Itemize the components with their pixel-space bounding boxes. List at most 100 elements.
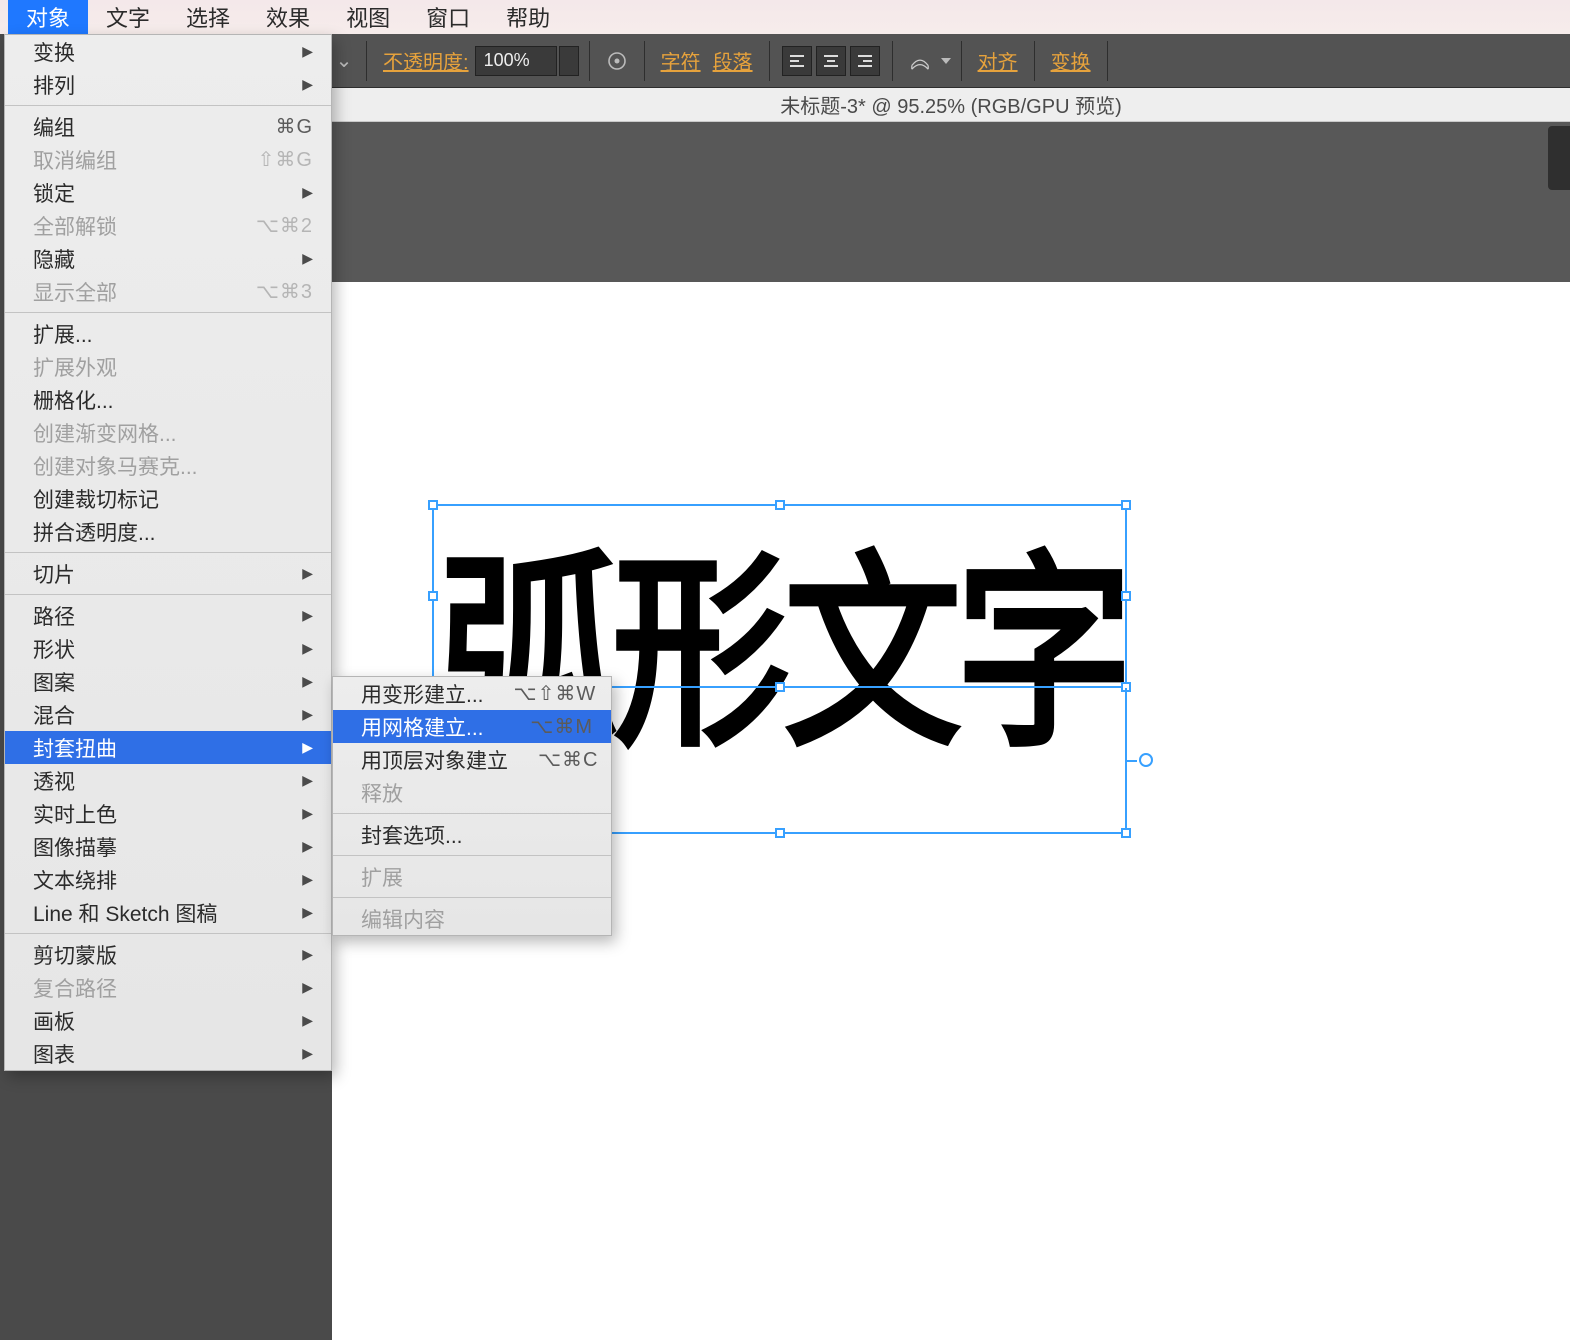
menu-item-label: 隐藏 (33, 244, 75, 274)
menu-separator (333, 855, 611, 856)
align-center-icon[interactable] (816, 46, 846, 76)
resize-handle[interactable] (1121, 828, 1131, 838)
object-menu-item[interactable]: 编组⌘G (5, 110, 331, 143)
object-menu-item[interactable]: 剪切蒙版▶ (5, 938, 331, 971)
object-menu-item[interactable]: 变换▶ (5, 35, 331, 68)
submenu-arrow-icon: ▶ (302, 805, 313, 822)
object-menu-item[interactable]: 文本绕排▶ (5, 863, 331, 896)
object-menu-item[interactable]: 拼合透明度... (5, 515, 331, 548)
object-menu-item[interactable]: 形状 ▶ (5, 632, 331, 665)
resize-handle[interactable] (1121, 500, 1131, 510)
menubar-item-help[interactable]: 帮助 (488, 0, 568, 38)
object-menu-item[interactable]: 栅格化... (5, 383, 331, 416)
opacity-stepper[interactable] (559, 46, 579, 76)
separator (589, 41, 590, 81)
menubar-item-object[interactable]: 对象 (8, 0, 88, 38)
menu-separator (5, 594, 331, 595)
submenu-arrow-icon: ▶ (302, 640, 313, 657)
menu-item-label: 用网格建立... (361, 712, 484, 742)
menubar-item-effect[interactable]: 效果 (248, 0, 328, 38)
menu-item-label: 文本绕排 (33, 865, 117, 895)
menu-item-label: Line 和 Sketch 图稿 (33, 898, 217, 928)
resize-handle[interactable] (1121, 591, 1131, 601)
menubar-item-view[interactable]: 视图 (328, 0, 408, 38)
submenu-arrow-icon: ▶ (302, 184, 313, 201)
recolor-icon[interactable] (602, 46, 632, 76)
object-menu-item[interactable]: 切片▶ (5, 557, 331, 590)
align-right-icon[interactable] (850, 46, 880, 76)
object-menu-item[interactable]: 实时上色 ▶ (5, 797, 331, 830)
resize-handle[interactable] (775, 500, 785, 510)
menu-item-label: 取消编组 (33, 145, 117, 175)
object-menu-item[interactable]: 扩展... (5, 317, 331, 350)
object-menu-item: 全部解锁 ⌥⌘2 (5, 209, 331, 242)
submenu-arrow-icon: ▶ (302, 1012, 313, 1029)
envelope-submenu-item[interactable]: 封套选项... (333, 818, 611, 851)
menu-separator (333, 897, 611, 898)
object-menu-item[interactable]: 混合 ▶ (5, 698, 331, 731)
menu-item-label: 画板 (33, 1006, 75, 1036)
align-left-icon[interactable] (782, 46, 812, 76)
menubar-item-select[interactable]: 选择 (168, 0, 248, 38)
opacity-field[interactable]: 100% (475, 46, 557, 76)
object-menu-item[interactable]: 画板 ▶ (5, 1004, 331, 1037)
transform-panel-link[interactable]: 变换 (1051, 46, 1091, 75)
menu-item-label: 路径 (33, 601, 75, 631)
envelope-submenu-item[interactable]: 用变形建立...⌥⇧⌘W (333, 677, 611, 710)
menu-item-label: 编辑内容 (361, 904, 445, 934)
object-menu-item: 创建渐变网格... (5, 416, 331, 449)
resize-handle[interactable] (775, 828, 785, 838)
object-menu-item[interactable]: 图像描摹▶ (5, 830, 331, 863)
envelope-submenu-item[interactable]: 用顶层对象建立⌥⌘C (333, 743, 611, 776)
paragraph-panel-link[interactable]: 段落 (713, 46, 753, 75)
selection-bounds (432, 504, 1127, 688)
object-menu-item[interactable]: 透视▶ (5, 764, 331, 797)
object-menu-item[interactable]: 排列▶ (5, 68, 331, 101)
object-menu-item: 复合路径▶ (5, 971, 331, 1004)
menu-shortcut: ⌥⌘M (530, 714, 593, 739)
object-menu-item[interactable]: 封套扭曲▶ (5, 731, 331, 764)
envelope-submenu-item: 扩展 (333, 860, 611, 893)
object-menu-item[interactable]: 隐藏 ▶ (5, 242, 331, 275)
panel-collapse-handle[interactable] (1548, 126, 1570, 190)
menu-item-label: 变换 (33, 37, 75, 67)
separator (644, 41, 645, 81)
menu-shortcut: ⌥⌘3 (256, 279, 313, 304)
document-title-bar: 未标题-3* @ 95.25% (RGB/GPU 预览) (332, 88, 1570, 122)
chevron-down-icon[interactable]: ⌄ (332, 48, 356, 73)
submenu-arrow-icon: ▶ (302, 979, 313, 996)
menu-item-label: 实时上色 (33, 799, 117, 829)
object-menu-item[interactable]: Line 和 Sketch 图稿▶ (5, 896, 331, 929)
menu-item-label: 封套扭曲 (33, 733, 117, 763)
object-menu-item[interactable]: 创建裁切标记 (5, 482, 331, 515)
resize-handle[interactable] (428, 500, 438, 510)
align-panel-link[interactable]: 对齐 (978, 46, 1018, 75)
submenu-arrow-icon: ▶ (302, 250, 313, 267)
envelope-distort-submenu: 用变形建立...⌥⇧⌘W用网格建立...⌥⌘M用顶层对象建立⌥⌘C释放封套选项.… (332, 676, 612, 936)
envelope-submenu-item[interactable]: 用网格建立... ⌥⌘M (333, 710, 611, 743)
warp-dropdown-arrow[interactable] (941, 58, 951, 64)
object-menu-item[interactable]: 图案▶ (5, 665, 331, 698)
menu-item-label: 创建对象马赛克... (33, 451, 198, 481)
text-out-port[interactable] (1139, 753, 1153, 767)
menu-shortcut: ⌥⇧⌘W (514, 681, 597, 706)
menu-separator (5, 312, 331, 313)
object-menu-item[interactable]: 图表▶ (5, 1037, 331, 1070)
submenu-arrow-icon: ▶ (302, 706, 313, 723)
object-menu-item[interactable]: 锁定▶ (5, 176, 331, 209)
submenu-arrow-icon: ▶ (302, 607, 313, 624)
menu-item-label: 混合 (33, 700, 75, 730)
separator (1107, 41, 1108, 81)
menubar-item-window[interactable]: 窗口 (408, 0, 488, 38)
menubar-item-type[interactable]: 文字 (88, 0, 168, 38)
resize-handle[interactable] (428, 591, 438, 601)
menu-item-label: 排列 (33, 70, 75, 100)
menu-item-label: 全部解锁 (33, 211, 117, 241)
character-panel-link[interactable]: 字符 (661, 46, 701, 75)
object-menu-item[interactable]: 路径 ▶ (5, 599, 331, 632)
menu-item-label: 形状 (33, 634, 75, 664)
opacity-label[interactable]: 不透明度: (383, 46, 469, 75)
menu-separator (5, 105, 331, 106)
warp-icon[interactable] (905, 46, 935, 76)
menu-shortcut: ⌥⌘2 (256, 213, 313, 238)
